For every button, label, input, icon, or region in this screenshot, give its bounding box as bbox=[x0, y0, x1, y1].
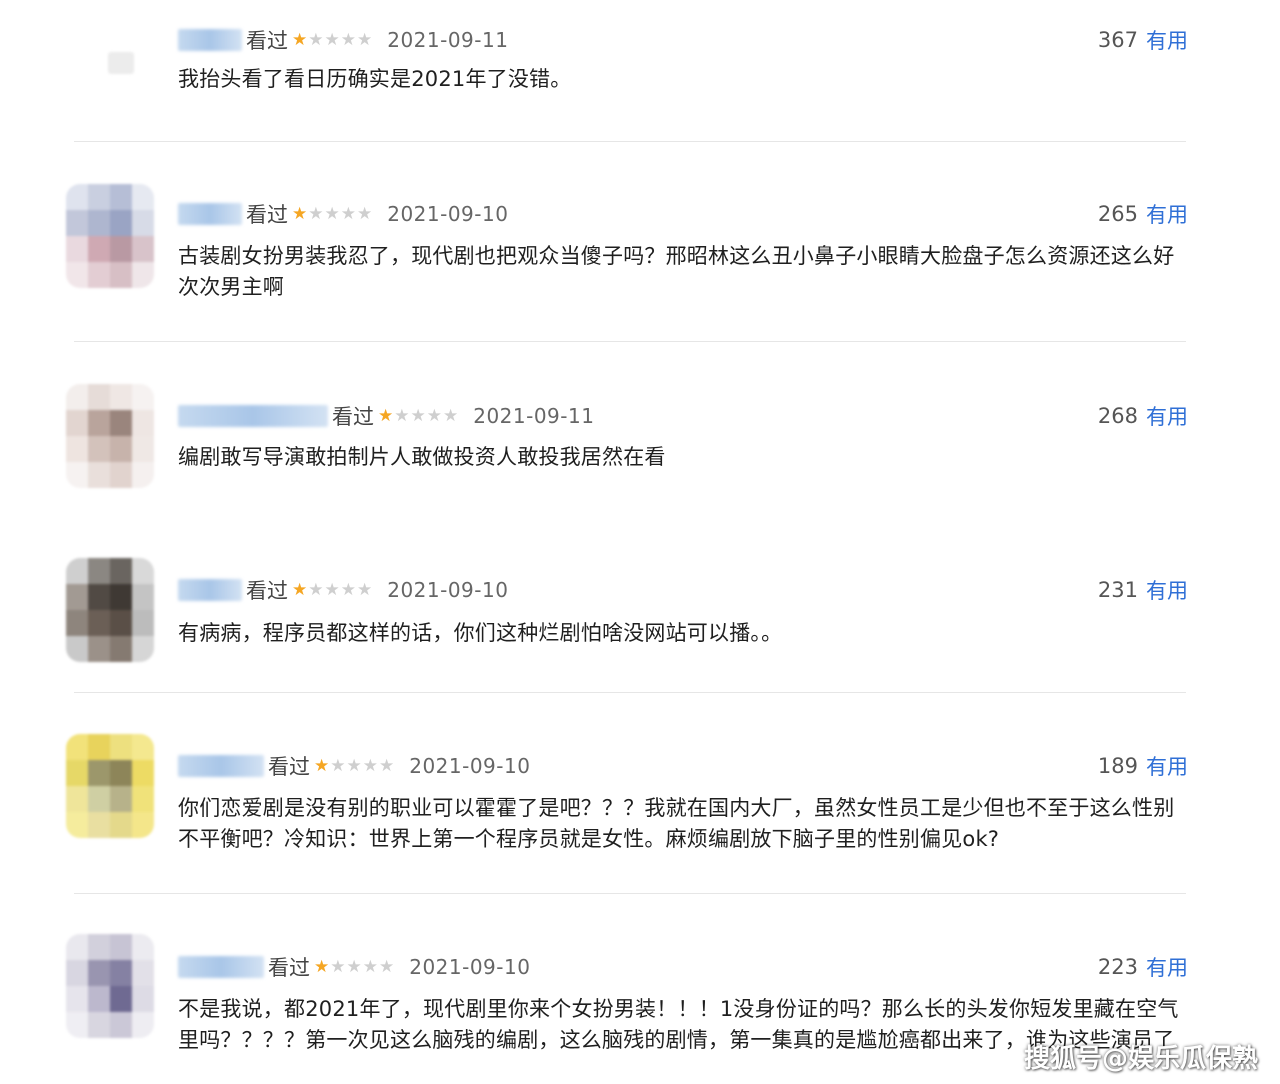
review-meta: 看过 ★★★★★ 2021-09-10 bbox=[178, 752, 530, 780]
divider bbox=[74, 141, 1186, 142]
divider bbox=[74, 341, 1186, 342]
useful-vote[interactable]: 367 有用 bbox=[1098, 26, 1188, 54]
rating-stars: ★★★★★ bbox=[292, 204, 374, 224]
username[interactable] bbox=[178, 405, 328, 427]
useful-count: 265 bbox=[1097, 202, 1138, 226]
review-text: 你们恋爱剧是没有别的职业可以霍霍了是吧？？？我就在国内大厂，虽然女性员工是少但也… bbox=[178, 796, 1175, 851]
useful-button[interactable]: 有用 bbox=[1146, 751, 1188, 781]
useful-count: 223 bbox=[1097, 955, 1138, 979]
review-meta: 看过 ★★★★★ 2021-09-11 bbox=[178, 26, 508, 54]
review-date: 2021-09-11 bbox=[387, 28, 509, 52]
useful-count: 268 bbox=[1097, 404, 1138, 428]
review-date: 2021-09-10 bbox=[387, 202, 509, 226]
rating-stars: ★★★★★ bbox=[314, 756, 396, 776]
useful-button[interactable]: 有用 bbox=[1146, 199, 1188, 229]
watched-status: 看过 bbox=[268, 755, 310, 779]
useful-vote[interactable]: 231 有用 bbox=[1098, 576, 1188, 604]
review-text: 我抬头看了看日历确实是2021年了没错。 bbox=[178, 67, 572, 91]
avatar[interactable] bbox=[66, 558, 154, 662]
useful-button[interactable]: 有用 bbox=[1146, 575, 1188, 605]
useful-button[interactable]: 有用 bbox=[1146, 25, 1188, 55]
useful-count: 231 bbox=[1097, 578, 1138, 602]
useful-vote[interactable]: 268 有用 bbox=[1098, 402, 1188, 430]
username[interactable] bbox=[178, 29, 242, 51]
avatar[interactable] bbox=[66, 734, 154, 838]
avatar[interactable] bbox=[66, 184, 154, 288]
review-date: 2021-09-10 bbox=[409, 955, 531, 979]
watched-status: 看过 bbox=[246, 29, 288, 53]
useful-count: 367 bbox=[1097, 28, 1138, 52]
review-date: 2021-09-11 bbox=[473, 404, 595, 428]
username[interactable] bbox=[178, 755, 264, 777]
username[interactable] bbox=[178, 956, 264, 978]
username[interactable] bbox=[178, 203, 242, 225]
review-meta: 看过 ★★★★★ 2021-09-10 bbox=[178, 200, 508, 228]
useful-count: 189 bbox=[1097, 754, 1138, 778]
review-meta: 看过 ★★★★★ 2021-09-11 bbox=[178, 402, 594, 430]
review-meta: 看过 ★★★★★ 2021-09-10 bbox=[178, 576, 508, 604]
rating-stars: ★★★★★ bbox=[292, 30, 374, 50]
useful-vote[interactable]: 223 有用 bbox=[1098, 953, 1188, 981]
review-meta: 看过 ★★★★★ 2021-09-10 bbox=[178, 953, 530, 981]
watched-status: 看过 bbox=[332, 405, 374, 429]
avatar[interactable] bbox=[66, 384, 154, 488]
avatar[interactable] bbox=[66, 934, 154, 1038]
useful-vote[interactable]: 265 有用 bbox=[1098, 200, 1188, 228]
watermark: 搜狐号@娱乐瓜保熟 bbox=[1024, 1044, 1259, 1074]
review-date: 2021-09-10 bbox=[409, 754, 531, 778]
useful-button[interactable]: 有用 bbox=[1146, 401, 1188, 431]
review-text: 编剧敢写导演敢拍制片人敢做投资人敢投我居然在看 bbox=[178, 445, 666, 469]
review-text: 古装剧女扮男装我忍了，现代剧也把观众当傻子吗？邢昭林这么丑小鼻子小眼睛大脸盘子怎… bbox=[178, 244, 1175, 299]
useful-button[interactable]: 有用 bbox=[1146, 952, 1188, 982]
watched-status: 看过 bbox=[268, 956, 310, 980]
rating-stars: ★★★★★ bbox=[292, 580, 374, 600]
rating-stars: ★★★★★ bbox=[314, 957, 396, 977]
username[interactable] bbox=[178, 579, 242, 601]
divider bbox=[74, 893, 1186, 894]
rating-stars: ★★★★★ bbox=[378, 406, 460, 426]
review-date: 2021-09-10 bbox=[387, 578, 509, 602]
divider bbox=[74, 692, 1186, 693]
watched-status: 看过 bbox=[246, 579, 288, 603]
useful-vote[interactable]: 189 有用 bbox=[1098, 752, 1188, 780]
avatar[interactable] bbox=[108, 52, 134, 74]
review-text: 有病病，程序员都这样的话，你们这种烂剧怕啥没网站可以播。。 bbox=[178, 621, 783, 645]
watched-status: 看过 bbox=[246, 203, 288, 227]
